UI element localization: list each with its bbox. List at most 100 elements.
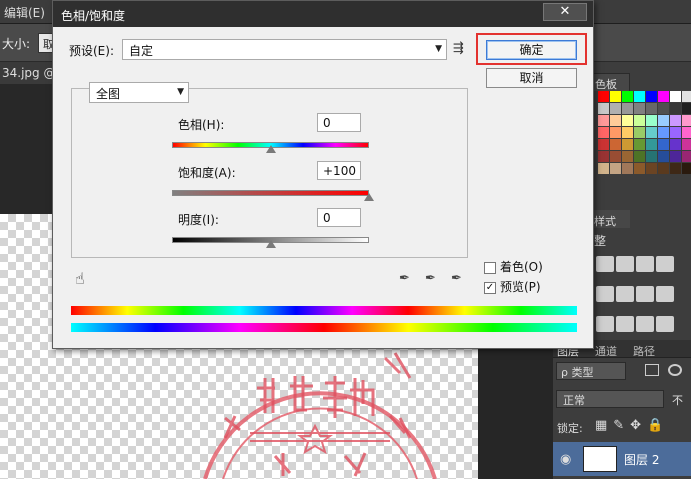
invert-icon[interactable] [596,316,614,332]
swatch-cell[interactable] [646,127,657,138]
swatch-cell[interactable] [622,127,633,138]
swatch-cell[interactable] [622,151,633,162]
swatch-cell[interactable] [622,163,633,174]
levels-icon[interactable] [616,256,634,272]
swatch-cell[interactable] [670,151,681,162]
swatch-cell[interactable] [634,139,645,150]
swatch-cell[interactable] [610,91,621,102]
edit-range-select[interactable]: 全图 ▼ [89,82,189,103]
swatch-cell[interactable] [658,151,669,162]
swatch-cell[interactable] [658,103,669,114]
gradient-map-icon[interactable] [656,316,674,332]
layer-row[interactable] [553,442,691,476]
eye-icon[interactable]: ◉ [560,452,571,467]
swatch-cell[interactable] [598,91,609,102]
swatch-cell[interactable] [658,139,669,150]
eyedropper-plus-icon[interactable]: ✒ [425,271,436,286]
swatch-cell[interactable] [658,127,669,138]
swatch-cell[interactable] [646,115,657,126]
swatch-cell[interactable] [682,151,691,162]
blend-mode-select[interactable]: 正常 [556,390,664,408]
dialog-titlebar[interactable]: 色相/饱和度 ✕ [53,1,593,27]
swatch-cell[interactable] [598,115,609,126]
document-tab[interactable]: 34.jpg @ [2,66,55,80]
swatch-cell[interactable] [646,163,657,174]
swatch-cell[interactable] [610,103,621,114]
photo-filter-icon[interactable] [636,286,654,302]
swatch-cell[interactable] [634,151,645,162]
color-balance-icon[interactable] [616,286,634,302]
swatch-cell[interactable] [634,163,645,174]
swatch-cell[interactable] [622,103,633,114]
swatch-cell[interactable] [622,91,633,102]
swatch-cell[interactable] [682,91,691,102]
swatch-cell[interactable] [670,139,681,150]
swatch-cell[interactable] [646,151,657,162]
swatch-cell[interactable] [610,151,621,162]
swatch-cell[interactable] [646,103,657,114]
swatch-cell[interactable] [670,91,681,102]
hue-input[interactable]: 0 [317,113,361,132]
swatch-cell[interactable] [634,115,645,126]
preview-checkbox[interactable]: ✓ [484,281,496,294]
swatch-cell[interactable] [658,91,669,102]
swatch-cell[interactable] [598,139,609,150]
swatch-cell[interactable] [598,103,609,114]
saturation-slider-track[interactable] [172,190,369,196]
swatch-cell[interactable] [670,163,681,174]
adjustment-filter-icon[interactable] [668,364,682,376]
colorize-option[interactable]: 着色(O) [484,258,543,275]
menu-edit[interactable]: 编辑(E) [4,4,45,21]
swatch-cell[interactable] [670,127,681,138]
lightness-input[interactable]: 0 [317,208,361,227]
hue-slider-thumb[interactable] [265,145,276,153]
swatch-cell[interactable] [682,127,691,138]
swatch-cell[interactable] [682,115,691,126]
swatch-cell[interactable] [658,115,669,126]
channel-mixer-icon[interactable] [656,286,674,302]
layer-name[interactable]: 图层 2 [624,451,659,468]
preview-option[interactable]: ✓ 预览(P) [484,278,541,295]
swatch-cell[interactable] [634,127,645,138]
swatch-cell[interactable] [634,103,645,114]
swatch-cell[interactable] [598,163,609,174]
swatch-cell[interactable] [610,115,621,126]
tab-swatches[interactable]: 色板 [590,73,630,91]
brightness-icon[interactable] [596,256,614,272]
swatch-cell[interactable] [610,163,621,174]
threshold-icon[interactable] [636,316,654,332]
tab-paths[interactable]: 路径 [633,343,655,359]
preset-select[interactable]: 自定 ▼ [122,39,447,60]
swatch-cell[interactable] [670,115,681,126]
eyedropper-minus-icon[interactable]: ✒ [451,271,462,286]
hand-adjust-icon[interactable]: ☝ [75,269,85,288]
vibrance-icon[interactable] [596,286,614,302]
eyedropper-icon[interactable]: ✒ [399,271,410,286]
posterize-icon[interactable] [616,316,634,332]
swatch-cell[interactable] [682,163,691,174]
swatch-cell[interactable] [646,91,657,102]
curves-icon[interactable] [636,256,654,272]
preset-options-icon[interactable]: ⇶ [453,41,464,56]
swatch-cell[interactable] [610,139,621,150]
swatch-cell[interactable] [646,139,657,150]
swatch-cell[interactable] [682,139,691,150]
swatch-cell[interactable] [634,91,645,102]
swatch-cell[interactable] [682,103,691,114]
swatch-cell[interactable] [610,127,621,138]
layer-filter-select[interactable]: ρ 类型 [556,362,626,380]
swatch-cell[interactable] [598,151,609,162]
swatch-cell[interactable] [598,127,609,138]
close-button[interactable]: ✕ [543,3,587,21]
tab-channels[interactable]: 通道 [595,343,617,359]
lock-icons[interactable]: ▦✎✥🔒 [595,418,669,433]
swatch-cell[interactable] [670,103,681,114]
saturation-input[interactable]: +100 [317,161,361,180]
ok-button[interactable]: 确定 [486,40,577,60]
colorize-checkbox[interactable] [484,261,496,274]
saturation-slider-thumb[interactable] [364,193,374,201]
lightness-slider-thumb[interactable] [265,240,276,248]
image-filter-icon[interactable] [645,364,659,376]
swatch-cell[interactable] [622,115,633,126]
tab-styles[interactable]: 样式 [590,210,630,228]
